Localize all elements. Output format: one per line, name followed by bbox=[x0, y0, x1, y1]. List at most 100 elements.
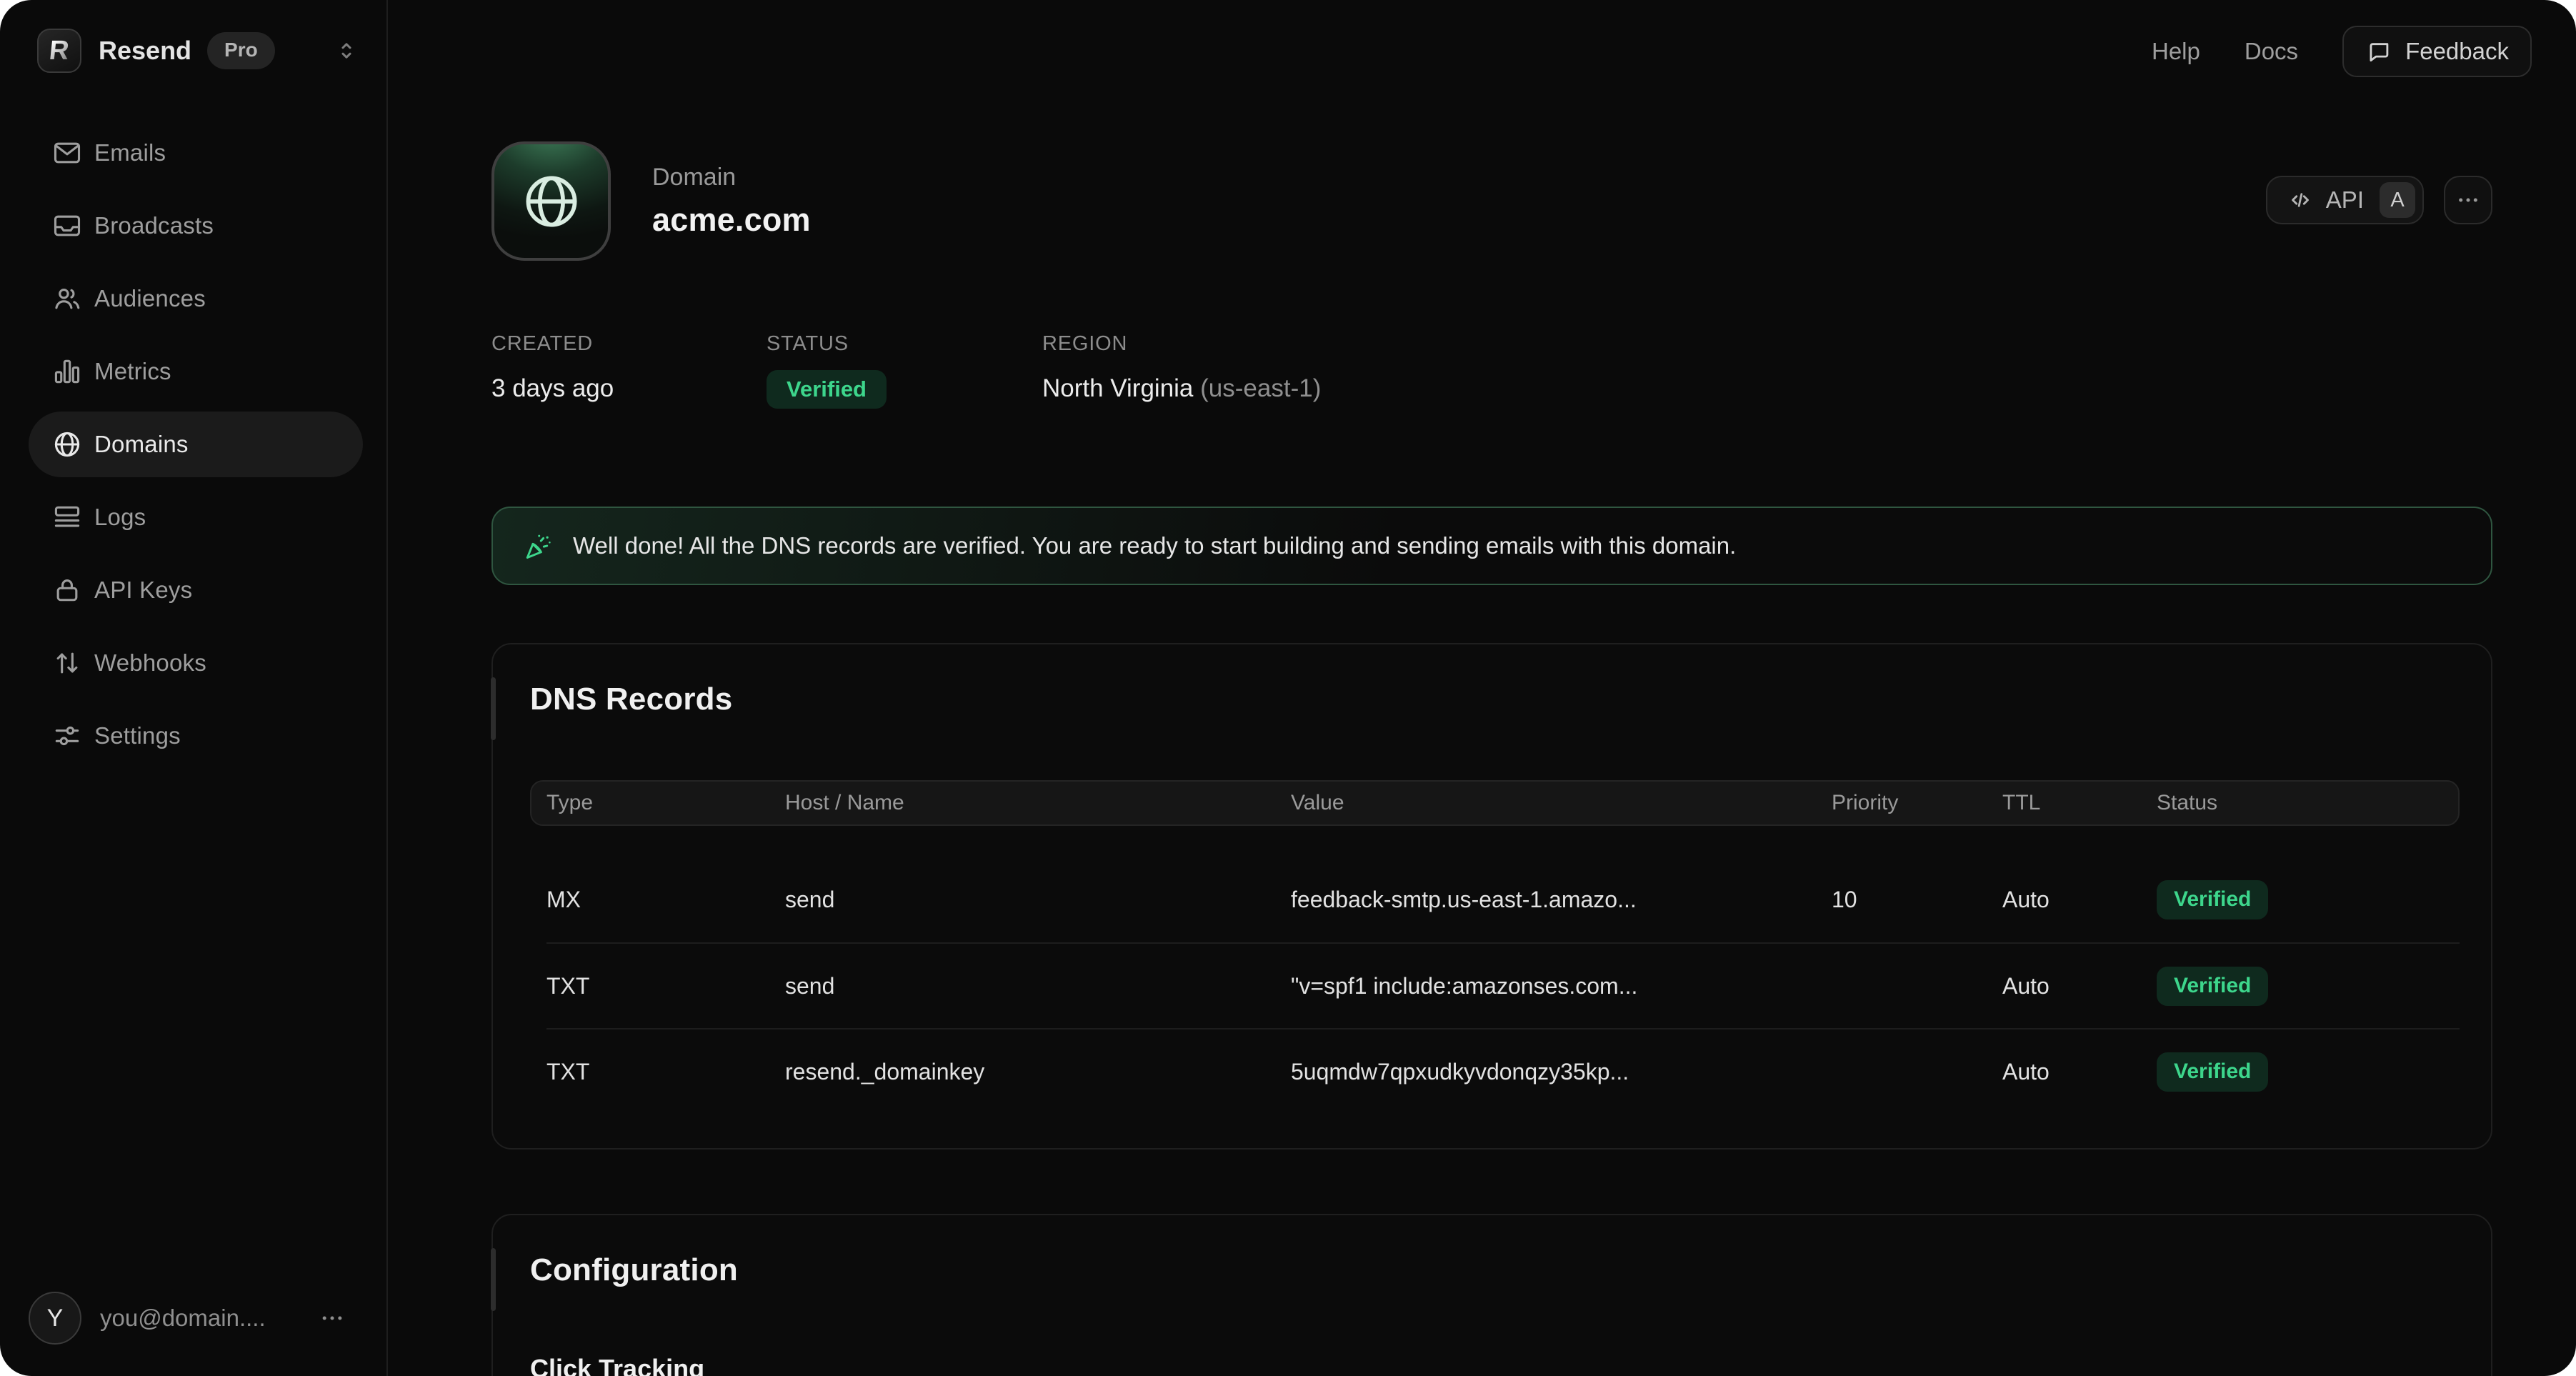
sidebar-item-label: Webhooks bbox=[94, 649, 206, 677]
created-label: CREATED bbox=[491, 332, 767, 356]
feedback-button[interactable]: Feedback bbox=[2342, 26, 2532, 77]
sidebar-item-logs[interactable]: Logs bbox=[29, 484, 363, 550]
configuration-card: Configuration Click Tracking bbox=[491, 1214, 2492, 1376]
sidebar: R Resend Pro Emails Broadcasts Audiences bbox=[0, 0, 388, 1376]
chevron-up-down-icon[interactable] bbox=[332, 36, 361, 65]
column-ttl: TTL bbox=[2002, 791, 2157, 815]
sidebar-item-label: Emails bbox=[94, 139, 166, 166]
configuration-title: Configuration bbox=[530, 1252, 2460, 1288]
banner-message: Well done! All the DNS records are verif… bbox=[573, 532, 1736, 559]
resend-logo: R bbox=[37, 29, 81, 73]
status-label: STATUS bbox=[767, 332, 1042, 356]
sidebar-item-label: Logs bbox=[94, 504, 146, 531]
domain-page: Domain acme.com API A bbox=[388, 0, 2576, 1376]
sidebar-item-emails[interactable]: Emails bbox=[29, 120, 363, 186]
click-tracking-label: Click Tracking bbox=[530, 1354, 2460, 1376]
record-type: TXT bbox=[546, 973, 785, 999]
meta-created: CREATED 3 days ago bbox=[491, 332, 767, 409]
region-code: (us-east-1) bbox=[1200, 374, 1321, 402]
record-value: feedback-smtp.us-east-1.amazo... bbox=[1291, 887, 1832, 913]
record-host: resend._domainkey bbox=[785, 1059, 1291, 1085]
table-row[interactable]: TXT resend._domainkey 5uqmdw7qpxudkyvdon… bbox=[546, 1028, 2460, 1114]
resend-logo-glyph: R bbox=[48, 36, 71, 66]
meta-status: STATUS Verified bbox=[767, 332, 1042, 409]
column-host-name: Host / Name bbox=[785, 791, 1291, 815]
help-link[interactable]: Help bbox=[2152, 38, 2200, 65]
record-host: send bbox=[785, 887, 1291, 913]
more-options-button[interactable] bbox=[2444, 176, 2492, 224]
sliders-icon bbox=[51, 720, 83, 752]
domain-avatar bbox=[491, 141, 611, 261]
envelope-icon bbox=[51, 137, 83, 169]
api-button[interactable]: API A bbox=[2266, 176, 2424, 224]
region-value: North Virginia (us-east-1) bbox=[1042, 374, 1321, 403]
record-value: 5uqmdw7qpxudkyvdonqzy35kp... bbox=[1291, 1059, 1832, 1085]
list-icon bbox=[51, 502, 83, 533]
success-banner: Well done! All the DNS records are verif… bbox=[491, 507, 2492, 585]
plan-badge: Pro bbox=[207, 32, 275, 69]
users-icon bbox=[51, 283, 83, 314]
sidebar-item-label: Settings bbox=[94, 722, 181, 749]
column-priority: Priority bbox=[1832, 791, 2002, 815]
domain-identity: Domain acme.com bbox=[491, 141, 811, 261]
docs-link[interactable]: Docs bbox=[2245, 38, 2298, 65]
record-ttl: Auto bbox=[2002, 973, 2157, 999]
sidebar-item-settings[interactable]: Settings bbox=[29, 703, 363, 769]
sidebar-item-label: API Keys bbox=[94, 577, 192, 604]
workspace-name: Resend bbox=[99, 36, 191, 66]
table-row[interactable]: MX send feedback-smtp.us-east-1.amazo...… bbox=[546, 857, 2460, 942]
arrows-up-down-icon bbox=[51, 647, 83, 679]
table-row[interactable]: TXT send "v=spf1 include:amazonses.com..… bbox=[546, 942, 2460, 1028]
record-ttl: Auto bbox=[2002, 887, 2157, 913]
sidebar-nav: Emails Broadcasts Audiences Metrics Doma… bbox=[29, 120, 386, 776]
bar-chart-icon bbox=[51, 356, 83, 387]
region-label: REGION bbox=[1042, 332, 1321, 356]
main-content: Help Docs Feedback Dom bbox=[388, 0, 2576, 1376]
section-indicator bbox=[491, 1248, 496, 1311]
sidebar-item-metrics[interactable]: Metrics bbox=[29, 339, 363, 404]
avatar-initial: Y bbox=[47, 1305, 64, 1332]
record-value: "v=spf1 include:amazonses.com... bbox=[1291, 973, 1832, 999]
page-title: acme.com bbox=[652, 201, 811, 239]
ellipsis-icon[interactable] bbox=[318, 1304, 346, 1332]
record-host: send bbox=[785, 973, 1291, 999]
sidebar-item-label: Broadcasts bbox=[94, 212, 214, 239]
ellipsis-icon bbox=[2455, 186, 2482, 214]
record-status-badge: Verified bbox=[2157, 1052, 2268, 1092]
domain-titles: Domain acme.com bbox=[652, 164, 811, 239]
created-value: 3 days ago bbox=[491, 374, 767, 403]
sidebar-item-label: Metrics bbox=[94, 358, 171, 385]
globe-icon bbox=[51, 429, 83, 460]
region-name: North Virginia bbox=[1042, 374, 1193, 402]
domain-meta: CREATED 3 days ago STATUS Verified REGIO… bbox=[491, 332, 2492, 409]
status-badge: Verified bbox=[767, 370, 887, 409]
keyboard-shortcut-badge: A bbox=[2380, 182, 2415, 218]
user-menu[interactable]: Y you@domain.... bbox=[29, 1292, 386, 1345]
party-popper-icon bbox=[523, 530, 554, 562]
sidebar-item-domains[interactable]: Domains bbox=[29, 412, 363, 477]
avatar: Y bbox=[29, 1292, 81, 1345]
sidebar-item-webhooks[interactable]: Webhooks bbox=[29, 630, 363, 696]
user-email: you@domain.... bbox=[100, 1305, 266, 1332]
column-type: Type bbox=[546, 791, 785, 815]
feedback-label: Feedback bbox=[2405, 38, 2509, 65]
meta-region: REGION North Virginia (us-east-1) bbox=[1042, 332, 1321, 409]
sidebar-item-broadcasts[interactable]: Broadcasts bbox=[29, 193, 363, 259]
record-type: TXT bbox=[546, 1059, 785, 1085]
dns-table-header: Type Host / Name Value Priority TTL Stat… bbox=[530, 780, 2460, 826]
inbox-icon bbox=[51, 210, 83, 241]
record-priority: 10 bbox=[1832, 887, 2002, 913]
section-indicator bbox=[491, 677, 496, 740]
api-button-label: API bbox=[2326, 186, 2364, 214]
page-header: Domain acme.com API A bbox=[491, 141, 2492, 261]
workspace-switcher[interactable]: R Resend Pro bbox=[37, 29, 361, 73]
sidebar-item-audiences[interactable]: Audiences bbox=[29, 266, 363, 331]
column-value: Value bbox=[1291, 791, 1832, 815]
column-status: Status bbox=[2157, 791, 2458, 815]
sidebar-item-api-keys[interactable]: API Keys bbox=[29, 557, 363, 623]
record-type: MX bbox=[546, 887, 785, 913]
dns-records-card: DNS Records Type Host / Name Value Prior… bbox=[491, 643, 2492, 1150]
dns-table-body: MX send feedback-smtp.us-east-1.amazo...… bbox=[530, 857, 2460, 1114]
dns-table: Type Host / Name Value Priority TTL Stat… bbox=[530, 780, 2460, 1114]
entity-label: Domain bbox=[652, 164, 811, 191]
